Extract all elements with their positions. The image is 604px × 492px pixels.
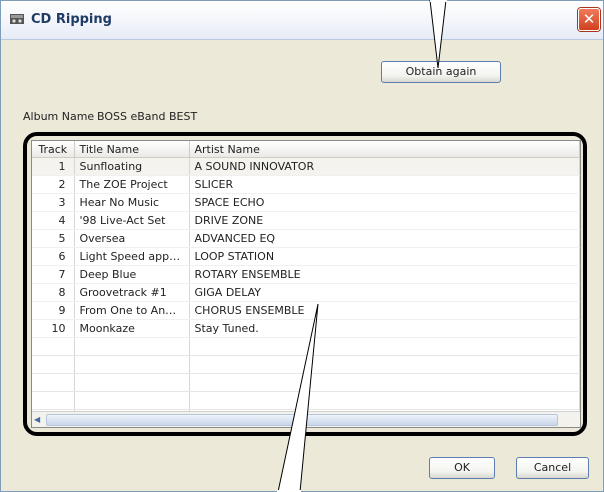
- callout-pointer-top: [429, 0, 447, 69]
- callout-pointer-bottom: [277, 303, 319, 492]
- callout-lines: [277, 0, 447, 492]
